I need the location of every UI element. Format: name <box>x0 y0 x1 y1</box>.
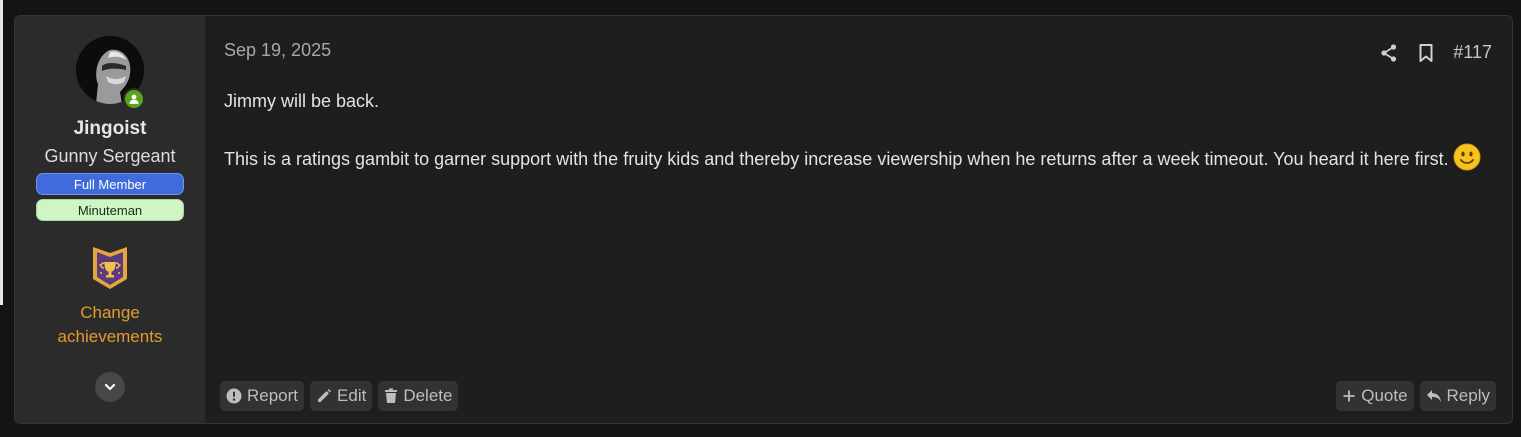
post-main: Sep 19, 2025 #117 Jimmy will be back. Th… <box>205 16 1512 423</box>
user-title: Gunny Sergeant <box>44 146 176 166</box>
alert-circle-icon <box>226 388 242 404</box>
edit-label: Edit <box>337 386 367 405</box>
share-icon[interactable] <box>1379 43 1399 63</box>
online-status-icon <box>123 88 145 110</box>
pencil-icon <box>316 388 332 404</box>
expand-user-info-button[interactable] <box>95 372 125 402</box>
change-achievements-link[interactable]: Change achievements <box>50 301 170 349</box>
delete-label: Delete <box>403 386 453 405</box>
trophy-shield-icon[interactable] <box>91 245 129 291</box>
post-body: Jimmy will be back. This is a ratings ga… <box>224 87 1484 179</box>
chevron-down-icon <box>103 380 117 394</box>
edit-button[interactable]: Edit <box>310 381 373 411</box>
post-header-actions: #117 <box>1379 42 1492 63</box>
post-date[interactable]: Sep 19, 2025 <box>224 40 331 61</box>
plus-icon <box>1342 389 1356 403</box>
banner-full-member: Full Member <box>36 173 184 195</box>
post-paragraph: This is a ratings gambit to garner suppo… <box>224 149 1449 169</box>
post-footer-left-actions: Report Edit Delete <box>220 381 459 411</box>
reply-label: Reply <box>1446 386 1490 405</box>
quote-button[interactable]: Quote <box>1336 381 1414 411</box>
bookmark-icon[interactable] <box>1417 43 1435 63</box>
report-button[interactable]: Report <box>220 381 305 411</box>
reply-arrow-icon <box>1426 389 1442 403</box>
reply-button[interactable]: Reply <box>1419 381 1496 411</box>
post-number-link[interactable]: #117 <box>1453 42 1492 63</box>
background-strip <box>0 0 3 305</box>
trash-icon <box>384 388 398 404</box>
avatar-container <box>76 36 145 110</box>
user-info-pane: Jingoist Gunny Sergeant Full Member Minu… <box>15 16 205 423</box>
post-paragraph: Jimmy will be back. <box>224 91 380 111</box>
post-paragraph-with-smilie: This is a ratings gambit to garner suppo… <box>224 143 1484 179</box>
username[interactable]: Jingoist <box>74 118 147 140</box>
delete-button[interactable]: Delete <box>378 381 459 411</box>
report-label: Report <box>247 386 299 405</box>
banner-minuteman: Minuteman <box>36 199 184 221</box>
forum-post: Jingoist Gunny Sergeant Full Member Minu… <box>14 15 1513 424</box>
quote-label: Quote <box>1361 386 1408 405</box>
smile-emoji-icon <box>1453 143 1481 179</box>
post-footer-right-actions: Quote Reply <box>1336 381 1496 411</box>
